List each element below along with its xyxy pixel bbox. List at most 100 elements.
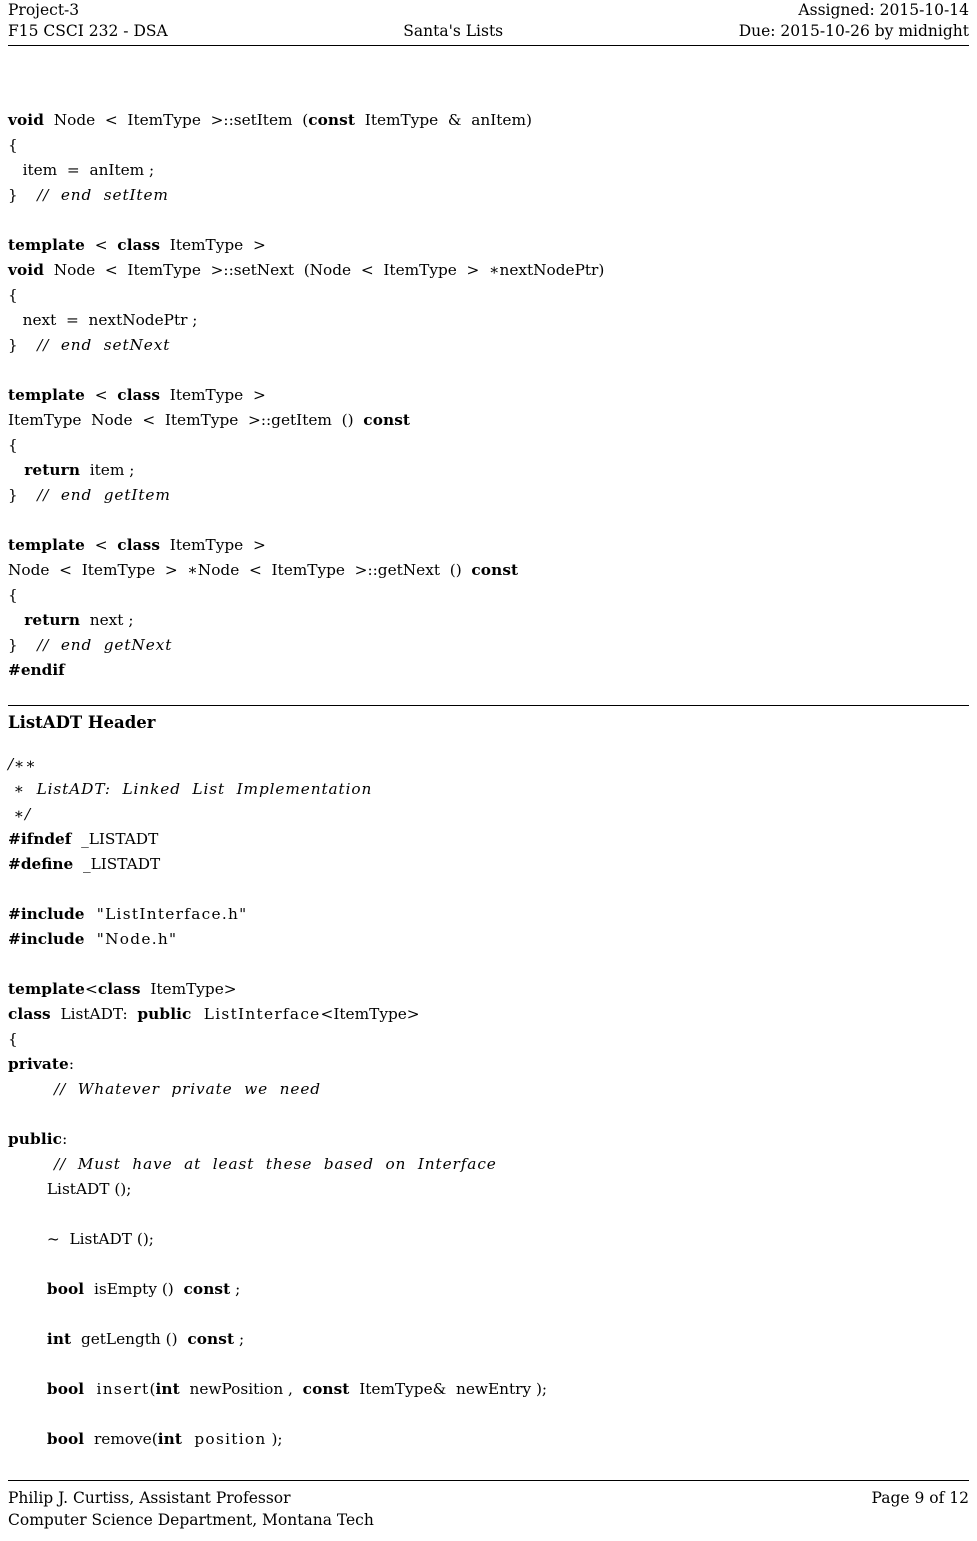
code-token-kw: const	[183, 1280, 231, 1298]
code-line: #endif	[8, 658, 969, 683]
code-line: template < class ItemType >	[8, 533, 969, 558]
code-line: template<class ItemType>	[8, 977, 969, 1002]
code-token-id: item = anItem ;	[8, 161, 155, 179]
code-line: void Node < ItemType >::setItem (const I…	[8, 108, 969, 133]
code-token-id: next ;	[80, 611, 134, 629]
code-line: } // end setNext	[8, 333, 969, 358]
code-token-id: ItemType >	[160, 386, 266, 404]
code-token-id: ItemType >	[160, 536, 266, 554]
code-token-pp: #define	[8, 855, 74, 873]
footer-department: Computer Science Department, Montana Tec…	[8, 1511, 374, 1529]
code-line: bool insert(int newPosition , const Item…	[8, 1377, 969, 1402]
header-rule	[8, 45, 969, 46]
code-token-id: {	[8, 136, 18, 154]
code-line: Node < ItemType > ∗Node < ItemType >::ge…	[8, 558, 969, 583]
code-token-id: ListADT:	[50, 1005, 138, 1023]
page-header: Project-3 Assigned: 2015-10-14 F15 CSCI …	[8, 0, 969, 46]
code-line: void Node < ItemType >::setNext (Node < …	[8, 258, 969, 283]
code-line: // Must have at least these based on Int…	[8, 1152, 969, 1177]
code-token-kw: class	[97, 980, 141, 998]
code-token-kw: template	[8, 386, 86, 404]
header-assignment-title: Santa's Lists	[403, 22, 504, 40]
page-footer-row-2: Computer Science Department, Montana Tec…	[8, 1509, 969, 1531]
code-token-id	[8, 1330, 47, 1348]
code-token-st: "ListInterface.h"	[84, 905, 248, 923]
code-token-kw: void	[8, 261, 44, 279]
code-token-id: ItemType & anItem)	[355, 111, 532, 129]
code-line: } // end getItem	[8, 483, 969, 508]
code-line: ∗ ListADT: Linked List Implementation	[8, 777, 969, 802]
code-token-id: {	[8, 286, 18, 304]
code-token-id: ;	[234, 1330, 245, 1348]
code-listing-node: void Node < ItemType >::setItem (const I…	[8, 108, 969, 683]
code-line: } // end setItem	[8, 183, 969, 208]
code-token-id: :	[68, 1055, 75, 1073]
code-token-st: ListInterface	[191, 1005, 321, 1023]
code-token-kw: class	[117, 386, 161, 404]
code-line: {	[8, 283, 969, 308]
code-token-id: <ItemType>	[320, 1005, 420, 1023]
code-line: // Whatever private we need	[8, 1077, 969, 1102]
code-token-kw: public	[8, 1130, 63, 1148]
code-line: ~ ListADT ();	[8, 1227, 969, 1252]
code-token-id: {	[8, 1030, 18, 1048]
code-token-id	[8, 1380, 47, 1398]
page-footer: Philip J. Curtiss, Assistant Professor P…	[8, 1487, 969, 1531]
code-token-kw: template	[8, 536, 86, 554]
code-token-id: <	[85, 536, 118, 554]
code-token-id: <	[85, 980, 98, 998]
code-token-id: _LISTADT	[71, 830, 159, 848]
code-line: int getLength () const ;	[8, 1327, 969, 1352]
code-token-id: ItemType& newEntry );	[349, 1380, 548, 1398]
code-token-id: newPosition ,	[179, 1380, 303, 1398]
code-token-kw: void	[8, 111, 44, 129]
code-token-kw: public	[137, 1005, 192, 1023]
code-token-pp: #endif	[8, 661, 65, 679]
code-token-st: "Node.h"	[84, 930, 178, 948]
footer-author: Philip J. Curtiss, Assistant Professor	[8, 1489, 291, 1507]
document-page: Project-3 Assigned: 2015-10-14 F15 CSCI …	[0, 0, 977, 1541]
code-token-id: <	[85, 236, 118, 254]
code-token-id	[8, 1430, 47, 1448]
code-token-st: insert	[84, 1380, 150, 1398]
code-token-kw: class	[8, 1005, 51, 1023]
code-token-kw: const	[363, 411, 411, 429]
code-token-kw: bool	[46, 1430, 85, 1448]
code-token-kw: bool	[46, 1280, 85, 1298]
code-token-cm: // end setItem	[37, 186, 169, 204]
code-line: class ListADT: public ListInterface<Item…	[8, 1002, 969, 1027]
code-line: {	[8, 583, 969, 608]
code-token-kw: return	[8, 461, 81, 479]
code-token-kw: int	[155, 1380, 180, 1398]
code-token-id: }	[8, 336, 38, 354]
code-line: bool remove(int position );	[8, 1427, 969, 1452]
code-token-kw: const	[187, 1330, 235, 1348]
code-line: ListADT ();	[8, 1177, 969, 1202]
code-line: #include "ListInterface.h"	[8, 902, 969, 927]
code-token-id: ~ ListADT ();	[8, 1230, 154, 1248]
page-header-row-1: Project-3 Assigned: 2015-10-14	[8, 0, 969, 21]
code-token-id: }	[8, 636, 38, 654]
code-token-id: Node < ItemType >::setItem (	[44, 111, 309, 129]
code-token-id: <	[85, 386, 118, 404]
code-token-kw: template	[8, 236, 86, 254]
code-token-kw: int	[46, 1330, 72, 1348]
code-line: ItemType Node < ItemType >::getItem () c…	[8, 408, 969, 433]
code-token-id: );	[266, 1430, 283, 1448]
code-token-pp: #include	[8, 930, 85, 948]
code-token-id: Node < ItemType > ∗Node < ItemType >::ge…	[8, 561, 472, 579]
footer-rule	[8, 1480, 969, 1481]
code-token-cm: // Whatever private we need	[8, 1080, 321, 1098]
code-token-id: {	[8, 436, 18, 454]
code-line: bool isEmpty () const ;	[8, 1277, 969, 1302]
code-token-id: getLength ()	[71, 1330, 188, 1348]
code-line: next = nextNodePtr ;	[8, 308, 969, 333]
